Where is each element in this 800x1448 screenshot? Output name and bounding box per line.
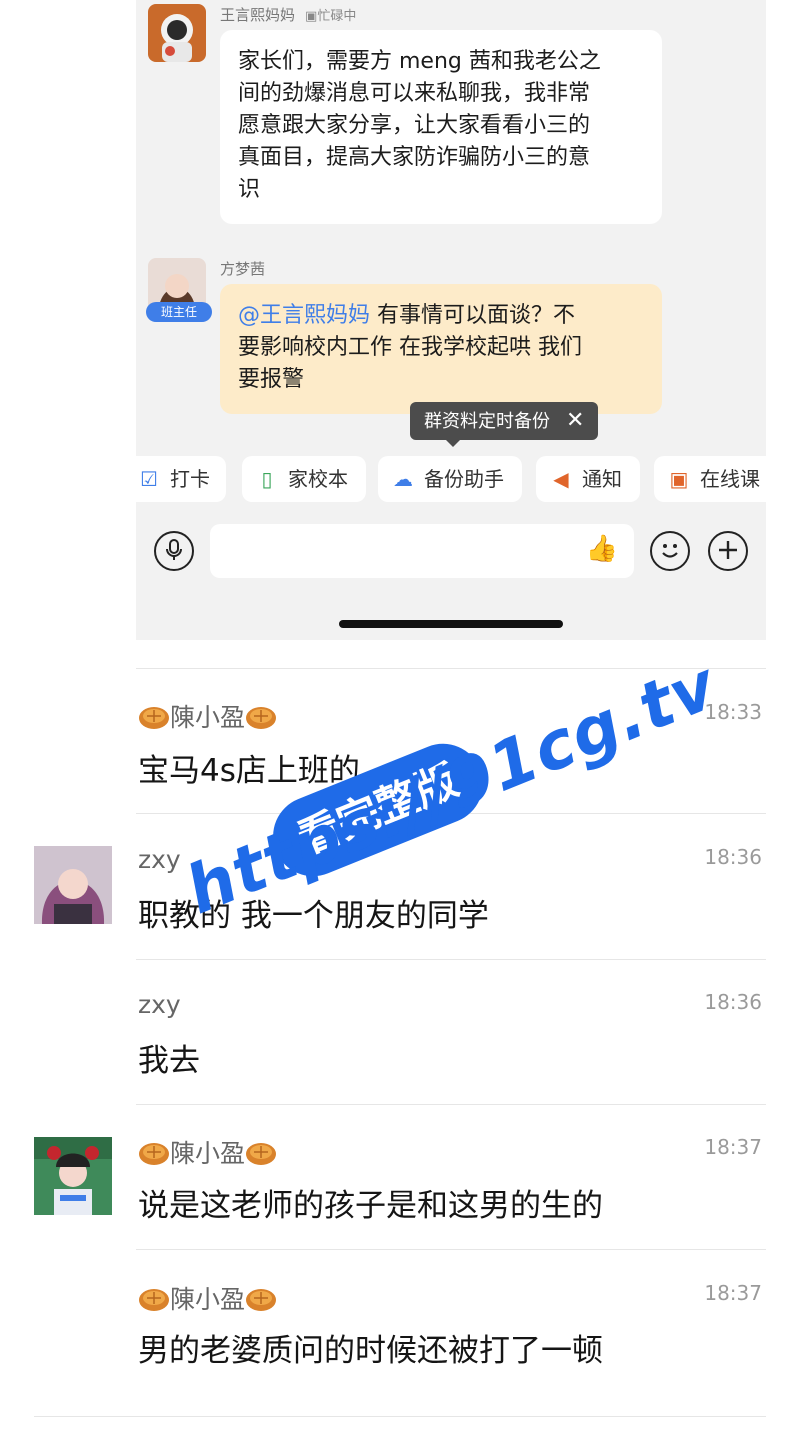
mooncake-icon (139, 1143, 169, 1165)
mooncake-icon (246, 1143, 277, 1165)
divider (34, 1416, 766, 1417)
tooltip-arrow (444, 438, 462, 447)
divider (136, 959, 766, 960)
comment-author: 陳小盈 (138, 1280, 277, 1316)
megaphone-icon: ◀ (553, 467, 569, 491)
home-indicator (339, 620, 563, 628)
plus-icon[interactable] (708, 531, 748, 571)
comment-author: 陳小盈 (138, 1134, 277, 1170)
mooncake-icon (246, 1289, 277, 1311)
divider (136, 1104, 766, 1105)
comment-time: 18:37 (704, 1135, 762, 1159)
comment-author: zxy (138, 845, 181, 874)
mooncake-icon (139, 707, 169, 729)
message-bubble[interactable]: 家长们，需要方 meng 茜和我老公之 间的劲爆消息可以来私聊我，我非常 愿意跟… (220, 30, 662, 224)
comment-text: 我去 (138, 1043, 200, 1079)
sender-name: 王言熙妈妈 ▣忙碌中 (220, 6, 357, 24)
divider (136, 1249, 766, 1250)
mooncake-icon (139, 1289, 169, 1311)
teacher-message-bubble[interactable]: @王言熙妈妈 有事情可以面谈？不 要影响校内工作 在我学校起哄 我们 要报警 (220, 284, 662, 414)
notebook-icon: ▯ (261, 467, 273, 491)
toolbar-notice-button[interactable]: ◀ 通知 (536, 456, 640, 502)
presentation-icon: ▣ (669, 467, 689, 491)
voice-icon[interactable] (154, 531, 194, 571)
emoji-icon[interactable] (650, 531, 690, 571)
comment-text: 宝马4s店上班的 (138, 753, 360, 789)
thumbs-up-icon[interactable]: 👍 (586, 534, 618, 564)
comment-author: 陳小盈 (138, 698, 277, 734)
backup-tooltip: 群资料定时备份 ✕ (410, 402, 599, 440)
sender-avatar-astronaut[interactable] (148, 4, 206, 62)
comment-author: zxy (138, 990, 181, 1019)
message-input[interactable]: 👍 (210, 524, 634, 578)
busy-status: ▣忙碌中 (305, 9, 357, 24)
calendar-check-icon: ☑ (140, 467, 158, 491)
toolbar-homework-button[interactable]: ▯ 家校本 (242, 456, 366, 502)
mooncake-icon (246, 707, 277, 729)
commenter-avatar[interactable] (34, 846, 112, 924)
comment-time: 18:37 (704, 1281, 762, 1305)
comment-text: 男的老婆质问的时候还被打了一顿 (138, 1333, 603, 1369)
sender-name: 方梦茜 (220, 260, 266, 278)
toolbar-checkin-button[interactable]: ☑ 打卡 (136, 456, 226, 502)
teacher-role-badge: 班主任 (146, 302, 212, 322)
cloud-backup-icon: ☁ (393, 467, 413, 491)
comment-text: 说是这老师的孩子是和这男的生的 (138, 1188, 603, 1224)
toolbar-backup-button[interactable]: ☁ 备份助手 (378, 456, 522, 502)
toolbar-online-class-button[interactable]: ▣ 在线课 (654, 456, 766, 502)
comment-time: 18:36 (704, 990, 762, 1014)
comment-time: 18:36 (704, 845, 762, 869)
close-icon[interactable]: ✕ (566, 408, 584, 433)
chat-screenshot: 王言熙妈妈 ▣忙碌中 家长们，需要方 meng 茜和我老公之 间的劲爆消息可以来私… (136, 0, 766, 640)
commenter-avatar[interactable] (34, 1137, 112, 1215)
mention-link[interactable]: @王言熙妈妈 (238, 303, 370, 328)
